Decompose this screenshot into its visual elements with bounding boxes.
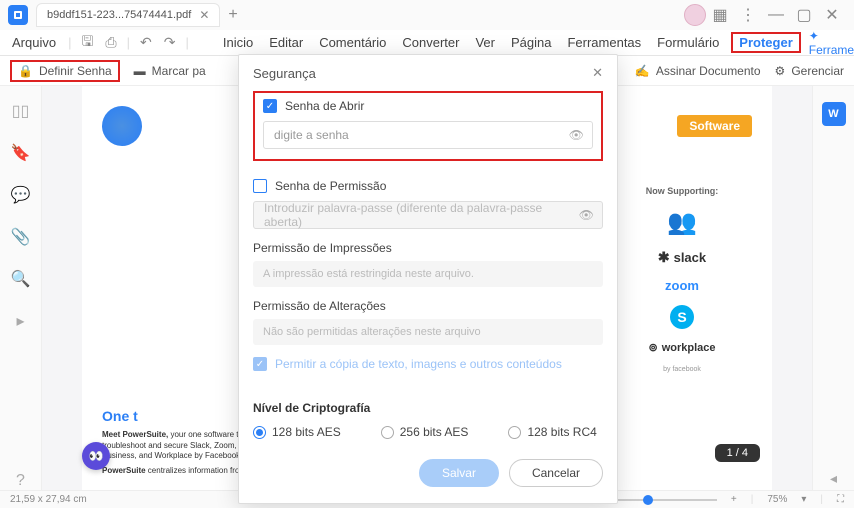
- change-permission-label: Permissão de Alterações: [253, 299, 603, 313]
- tab-close-icon[interactable]: ✕: [199, 8, 209, 22]
- thumbnails-icon[interactable]: ▯▯: [12, 102, 30, 120]
- zoom-in-icon[interactable]: +: [731, 494, 737, 505]
- page-counter-badge: 1 / 4: [715, 444, 760, 462]
- security-dialog: Segurança ✕ ✓ Senha de Abrir digite a se…: [238, 54, 618, 504]
- document-tab[interactable]: b9ddf151-223...75474441.pdf ✕: [36, 3, 220, 27]
- workplace-label: ⊚ workplace: [612, 341, 752, 354]
- open-password-input[interactable]: digite a senha 👁: [263, 121, 593, 149]
- collapse-right-icon[interactable]: ◂: [822, 466, 846, 490]
- enc-128-rc4-radio[interactable]: 128 bits RC4: [508, 425, 596, 439]
- menu-comentario[interactable]: Comentário: [315, 33, 390, 52]
- print-icon[interactable]: ⎙: [103, 34, 118, 51]
- dialog-title: Segurança: [253, 66, 316, 81]
- menu-editar[interactable]: Editar: [265, 33, 307, 52]
- app-logo: [8, 5, 28, 25]
- definir-senha-button[interactable]: 🔒 Definir Senha: [10, 60, 120, 82]
- menu-converter[interactable]: Converter: [398, 33, 463, 52]
- undo-icon[interactable]: ↶: [138, 34, 154, 51]
- enc-256-aes-radio[interactable]: 256 bits AES: [381, 425, 469, 439]
- gerenciar-button[interactable]: ⚙ Gerenciar: [775, 64, 844, 78]
- tab-title: b9ddf151-223...75474441.pdf: [47, 9, 191, 21]
- assinar-button[interactable]: ✍ Assinar Documento: [635, 64, 761, 78]
- left-sidebar: ▯▯ 🔖 💬 📎 🔍 ▸ ?: [0, 86, 42, 490]
- help-icon[interactable]: ?: [12, 472, 30, 490]
- kebab-menu-icon[interactable]: ⋮: [734, 1, 762, 29]
- zoom-value[interactable]: 75%: [767, 494, 787, 505]
- redo-icon[interactable]: ↷: [162, 34, 178, 51]
- bookmark-icon[interactable]: 🔖: [12, 144, 30, 162]
- minimize-icon[interactable]: —: [762, 1, 790, 29]
- supporting-panel: Now Supporting: 👥 ✱slack zoom S ⊚ workpl…: [612, 186, 752, 373]
- print-permission-label: Permissão de Impressões: [253, 241, 603, 255]
- menu-ferramentas[interactable]: Ferramentas: [563, 33, 645, 52]
- zoom-label: zoom: [612, 278, 752, 293]
- allow-copy-label: Permitir a cópia de texto, imagens e out…: [275, 357, 562, 371]
- open-password-checkbox[interactable]: ✓: [263, 99, 277, 113]
- gear-icon: ⚙: [775, 64, 786, 78]
- expand-icon[interactable]: ▸: [12, 312, 30, 330]
- eye-icon[interactable]: 👁: [569, 128, 584, 142]
- software-badge: Software: [677, 115, 752, 137]
- zoom-slider[interactable]: [617, 499, 717, 501]
- slack-label: ✱slack: [612, 249, 752, 266]
- page-dimensions: 21,59 x 27,94 cm: [10, 494, 87, 505]
- cancel-button[interactable]: Cancelar: [509, 459, 603, 487]
- menu-file[interactable]: Arquivo: [8, 33, 60, 52]
- change-permission-select: Não são permitidas alterações neste arqu…: [253, 319, 603, 345]
- redact-icon: ▬: [134, 64, 146, 78]
- permission-password-label: Senha de Permissão: [275, 179, 386, 193]
- attachment-icon[interactable]: 📎: [12, 228, 30, 246]
- comment-icon[interactable]: 💬: [12, 186, 30, 204]
- close-window-icon[interactable]: ✕: [818, 1, 846, 29]
- user-avatar[interactable]: [684, 4, 706, 26]
- lock-icon: 🔒: [18, 64, 33, 78]
- menu-pagina[interactable]: Página: [507, 33, 555, 52]
- menu-ver[interactable]: Ver: [471, 33, 499, 52]
- menu-formulario[interactable]: Formulário: [653, 33, 723, 52]
- skype-icon: S: [670, 305, 694, 329]
- product-logo: [102, 106, 142, 146]
- allow-copy-checkbox: ✓: [253, 357, 267, 371]
- encryption-level-label: Nível de Criptografía: [253, 401, 603, 415]
- export-word-icon[interactable]: W: [822, 102, 846, 126]
- zoom-dropdown-icon[interactable]: ▾: [801, 494, 806, 505]
- fullscreen-icon[interactable]: ⛶: [837, 494, 844, 505]
- menu-proteger[interactable]: Proteger: [731, 32, 800, 53]
- open-password-label: Senha de Abrir: [285, 99, 364, 113]
- menu-inicio[interactable]: Inicio: [219, 33, 257, 52]
- save-button[interactable]: Salvar: [419, 459, 499, 487]
- dialog-close-icon[interactable]: ✕: [592, 65, 603, 81]
- chat-assistant-icon[interactable]: 👀: [82, 442, 110, 470]
- app-menu-icon[interactable]: ▦: [706, 1, 734, 29]
- teams-icon: 👥: [612, 208, 752, 237]
- print-permission-select: A impressão está restringida neste arqui…: [253, 261, 603, 287]
- new-tab-button[interactable]: +: [228, 6, 237, 24]
- sign-icon: ✍: [635, 64, 650, 78]
- titlebar: b9ddf151-223...75474441.pdf ✕ + ▦ ⋮ — ▢ …: [0, 0, 854, 30]
- menubar: Arquivo | 🖫 ⎙ | ↶ ↷ | Inicio Editar Come…: [0, 30, 854, 56]
- marcar-button[interactable]: ▬ Marcar pa: [134, 64, 206, 78]
- permission-password-input: Introduzir palavra-passe (diferente da p…: [253, 201, 603, 229]
- save-icon[interactable]: 🖫: [79, 31, 95, 55]
- permission-password-checkbox[interactable]: [253, 179, 267, 193]
- eye-icon: 👁: [579, 208, 594, 222]
- maximize-icon[interactable]: ▢: [790, 1, 818, 29]
- right-sidebar: W ◂: [812, 86, 854, 490]
- enc-128-aes-radio[interactable]: 128 bits AES: [253, 425, 341, 439]
- search-icon[interactable]: 🔍: [12, 270, 30, 288]
- menu-ferrame[interactable]: ✦ Ferrame: [809, 29, 854, 57]
